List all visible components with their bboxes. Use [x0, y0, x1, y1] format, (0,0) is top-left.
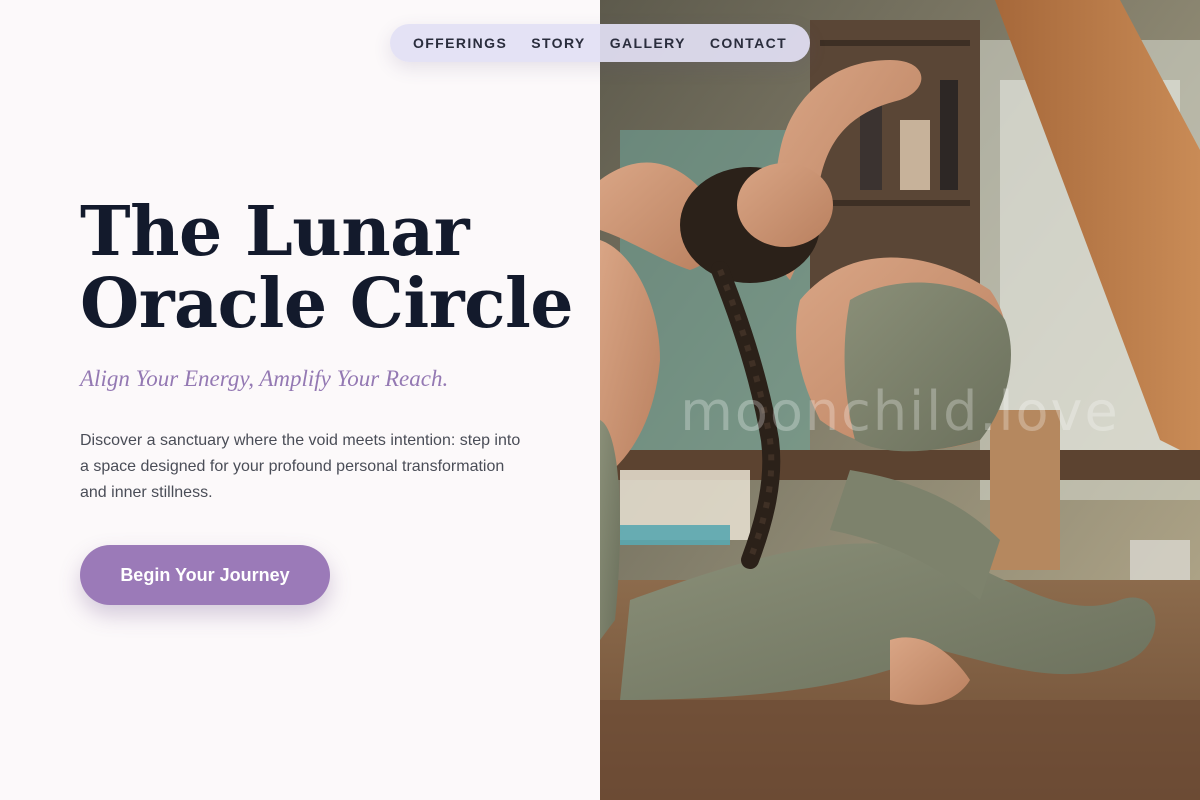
yoga-pose-image [600, 0, 1200, 800]
nav-item-gallery[interactable]: GALLERY [610, 35, 686, 51]
begin-journey-button[interactable]: Begin Your Journey [80, 545, 330, 605]
hero-photo [600, 0, 1200, 800]
nav-item-offerings[interactable]: OFFERINGS [413, 35, 507, 51]
hero-description: Discover a sanctuary where the void meet… [80, 432, 521, 501]
hero-subtitle: Align Your Energy, Amplify Your Reach. [80, 366, 449, 391]
nav-item-story[interactable]: STORY [531, 35, 585, 51]
hero-section: The Lunar Oracle Circle Align Your Energ… [0, 0, 600, 800]
hero-title: The Lunar Oracle Circle [80, 192, 574, 344]
top-nav: OFFERINGS STORY GALLERY CONTACT [390, 24, 810, 62]
landing-page: The Lunar Oracle Circle Align Your Energ… [0, 0, 1200, 800]
nav-item-contact[interactable]: CONTACT [710, 35, 787, 51]
